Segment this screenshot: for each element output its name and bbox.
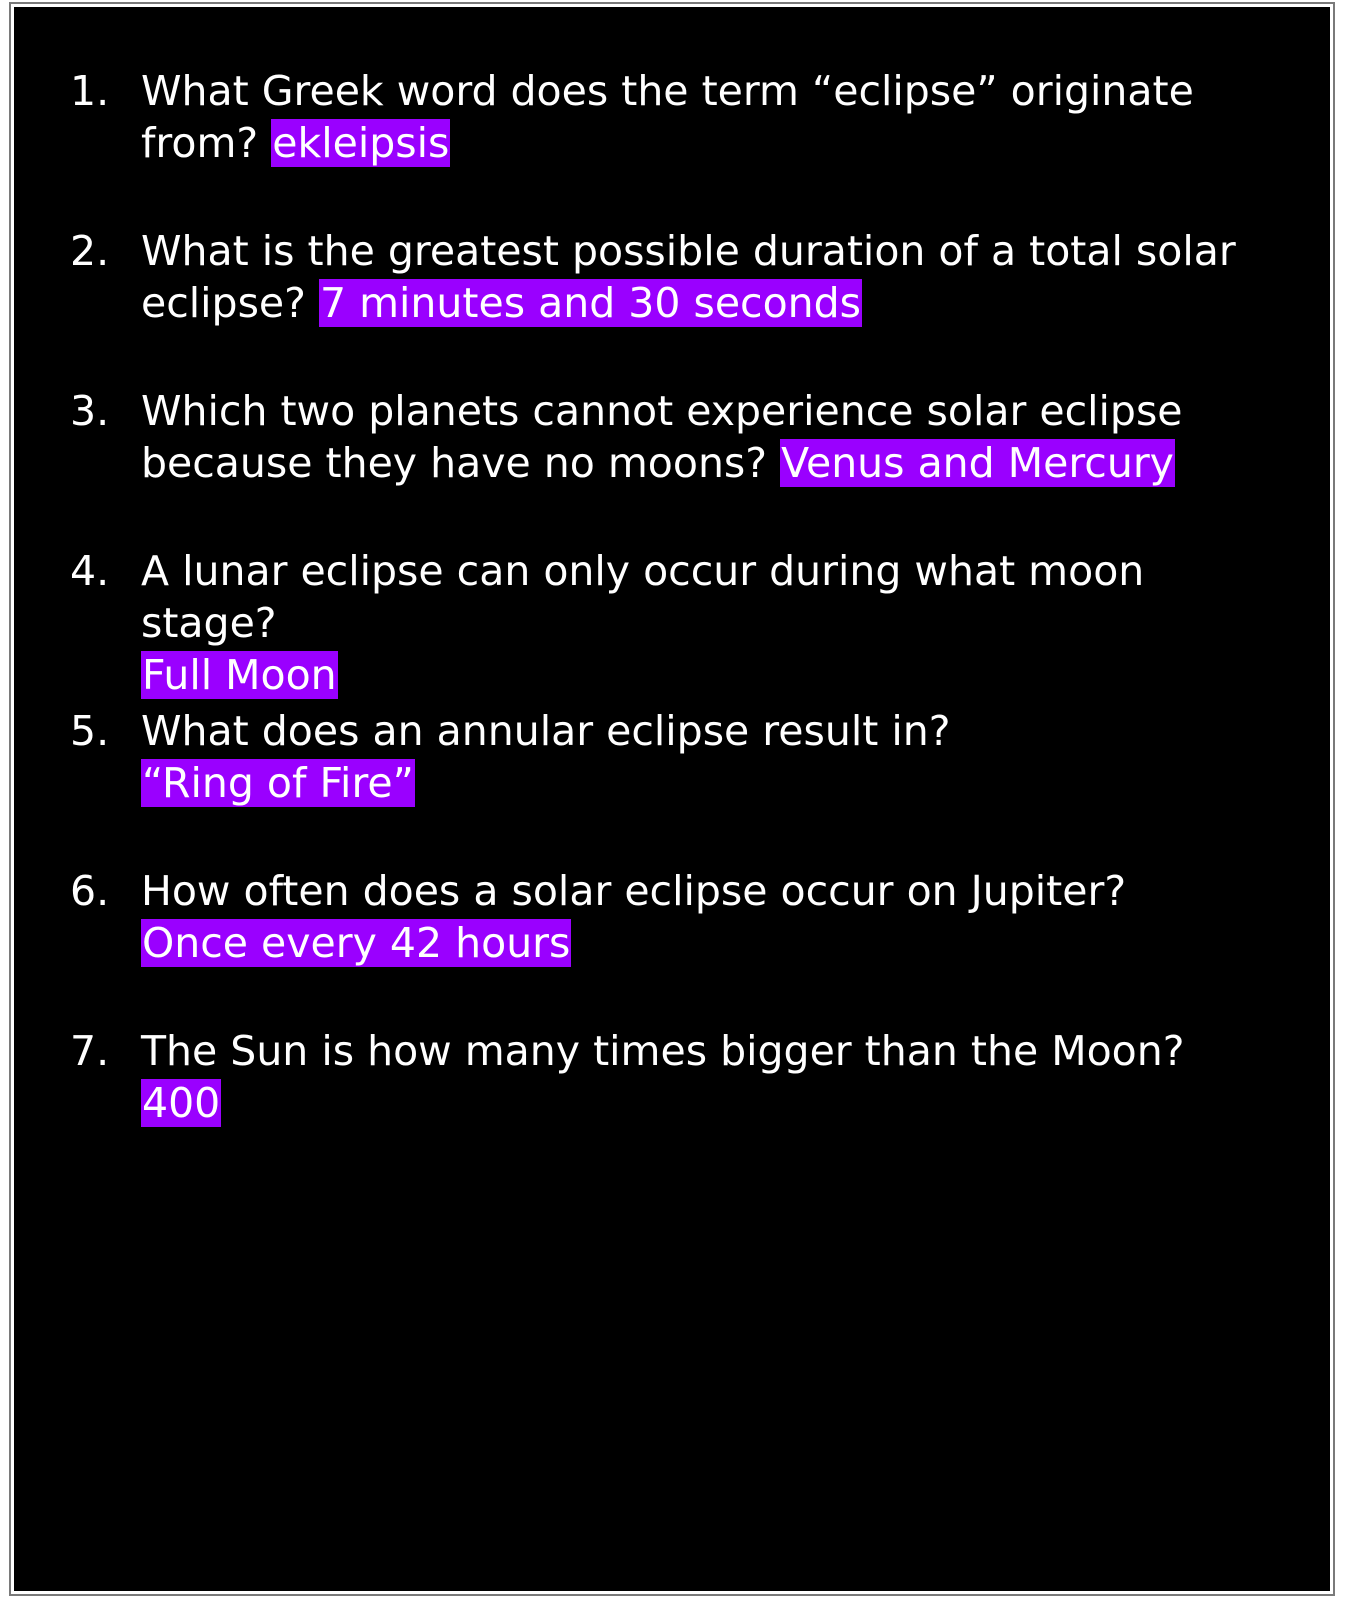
question-text: A lunar eclipse can only occur during wh…: [141, 547, 1145, 647]
question-item-3: 3. Which two planets cannot experience s…: [14, 385, 1330, 545]
slide-panel: 1. What Greek word does the term “eclips…: [9, 2, 1335, 1596]
answer-highlight: 400: [141, 1079, 222, 1127]
question-body: The Sun is how many times bigger than th…: [141, 1025, 1291, 1129]
question-item-1: 1. What Greek word does the term “eclips…: [14, 65, 1330, 225]
question-number: 7.: [70, 1027, 110, 1075]
question-text: The Sun is how many times bigger than th…: [141, 1027, 1185, 1075]
question-number: 1.: [70, 67, 110, 115]
answer-highlight: Full Moon: [141, 651, 338, 699]
question-body: What Greek word does the term “eclipse” …: [141, 65, 1291, 169]
question-list: 1. What Greek word does the term “eclips…: [14, 65, 1330, 1185]
question-number: 5.: [70, 707, 110, 755]
question-text: How often does a solar eclipse occur on …: [141, 867, 1127, 915]
question-number: 4.: [70, 547, 110, 595]
question-item-7: 7. The Sun is how many times bigger than…: [14, 1025, 1330, 1185]
question-number: 3.: [70, 387, 110, 435]
question-item-4: 4. A lunar eclipse can only occur during…: [14, 545, 1330, 705]
question-body: How often does a solar eclipse occur on …: [141, 865, 1291, 969]
answer-highlight: ekleipsis: [271, 119, 451, 167]
answer-highlight: “Ring of Fire”: [141, 759, 415, 807]
question-text: What does an annular eclipse result in?: [141, 707, 951, 755]
question-item-5: 5. What does an annular eclipse result i…: [14, 705, 1330, 865]
question-number: 6.: [70, 867, 110, 915]
question-body: Which two planets cannot experience sola…: [141, 385, 1291, 489]
question-item-2: 2. What is the greatest possible duratio…: [14, 225, 1330, 385]
question-body: What is the greatest possible duration o…: [141, 225, 1291, 329]
question-item-6: 6. How often does a solar eclipse occur …: [14, 865, 1330, 1025]
question-body: A lunar eclipse can only occur during wh…: [141, 545, 1291, 701]
question-number: 2.: [70, 227, 110, 275]
answer-highlight: Venus and Mercury: [780, 439, 1175, 487]
answer-highlight: Once every 42 hours: [141, 919, 572, 967]
answer-highlight: 7 minutes and 30 seconds: [318, 279, 863, 327]
question-body: What does an annular eclipse result in? …: [141, 705, 1291, 809]
